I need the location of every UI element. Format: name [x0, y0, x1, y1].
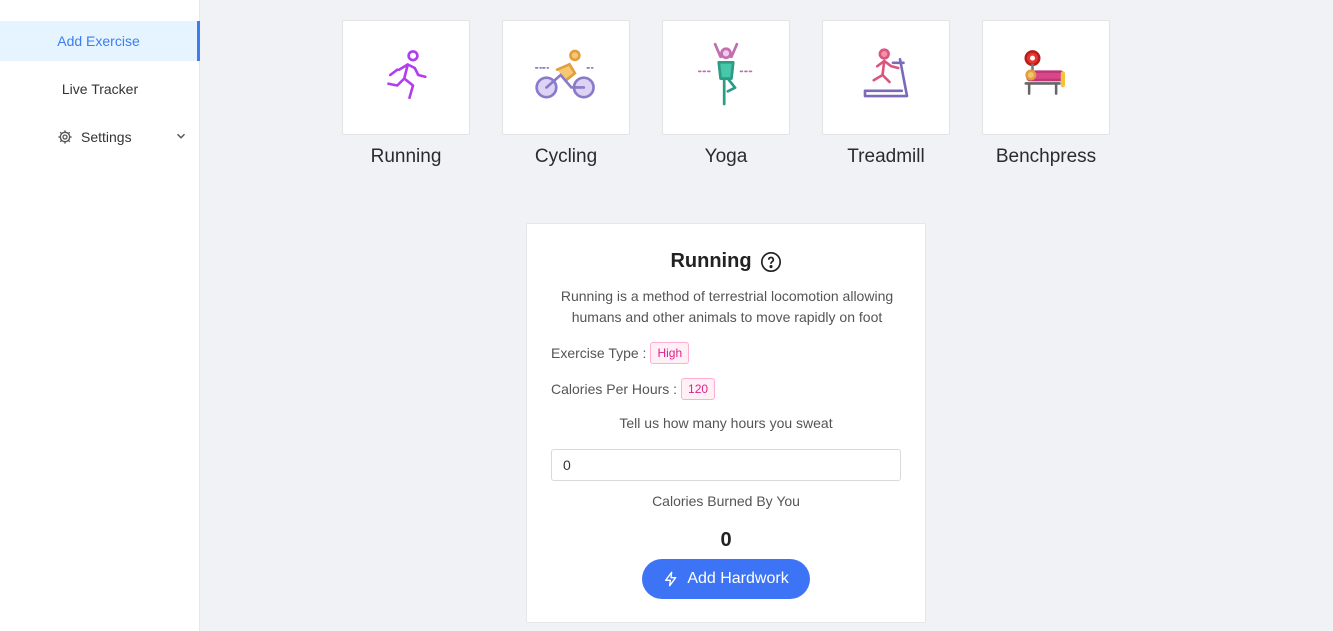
sidebar-item-label: Add Exercise	[57, 33, 140, 49]
calories-per-hour-row: Calories Per Hours : 120	[551, 378, 716, 400]
exercise-detail-card: Running Running is a method of terrestri…	[526, 223, 926, 623]
exercise-tile-benchpress[interactable]	[982, 20, 1110, 135]
sidebar-item-label: Live Tracker	[61, 81, 139, 97]
treadmill-icon	[858, 47, 914, 108]
gear-icon	[57, 129, 73, 145]
question-circle-icon[interactable]	[760, 251, 782, 273]
sidebar: Add Exercise Live Tracker Settings	[0, 0, 200, 631]
add-hardwork-label: Add Hardwork	[687, 570, 789, 587]
sidebar-item-live-tracker[interactable]: Live Tracker	[0, 69, 200, 109]
exercise-label-cycling: Cycling	[534, 146, 598, 167]
exercise-type-badge: High	[650, 342, 690, 364]
add-hardwork-button[interactable]: Add Hardwork	[642, 559, 810, 599]
lightning-icon	[663, 571, 679, 587]
hours-input[interactable]	[551, 449, 901, 481]
exercise-title: Running	[670, 250, 752, 272]
exercise-label-treadmill: Treadmill	[847, 146, 925, 167]
calories-burned-label: Calories Burned By You	[652, 493, 800, 509]
exercise-tile-yoga[interactable]	[662, 20, 790, 135]
sidebar-item-settings[interactable]: Settings	[0, 117, 200, 157]
card-title: Running	[527, 250, 925, 273]
exercise-tile-running[interactable]	[342, 20, 470, 135]
sidebar-item-label: Settings	[81, 129, 132, 145]
exercise-type-row: Exercise Type : High	[551, 342, 690, 364]
exercise-tile-treadmill[interactable]	[822, 20, 950, 135]
exercise-tile-cycling[interactable]	[502, 20, 630, 135]
exercise-label-benchpress: Benchpress	[995, 146, 1097, 167]
cycling-icon	[534, 46, 598, 109]
exercise-type-label: Exercise Type :	[551, 345, 647, 361]
running-icon	[378, 47, 434, 108]
calories-per-hour-label: Calories Per Hours :	[551, 381, 678, 397]
exercise-label-running: Running	[370, 146, 442, 167]
calories-burned-value: 0	[720, 529, 732, 551]
calories-per-hour-badge: 120	[681, 378, 716, 400]
benchpress-icon	[1019, 48, 1073, 107]
exercise-description: Running is a method of terrestrial locom…	[560, 288, 894, 325]
exercise-label-yoga: Yoga	[704, 146, 748, 167]
yoga-icon	[697, 42, 755, 113]
hours-prompt: Tell us how many hours you sweat	[619, 415, 833, 431]
chevron-down-icon[interactable]	[174, 129, 188, 143]
sidebar-item-add-exercise[interactable]: Add Exercise	[0, 21, 200, 61]
